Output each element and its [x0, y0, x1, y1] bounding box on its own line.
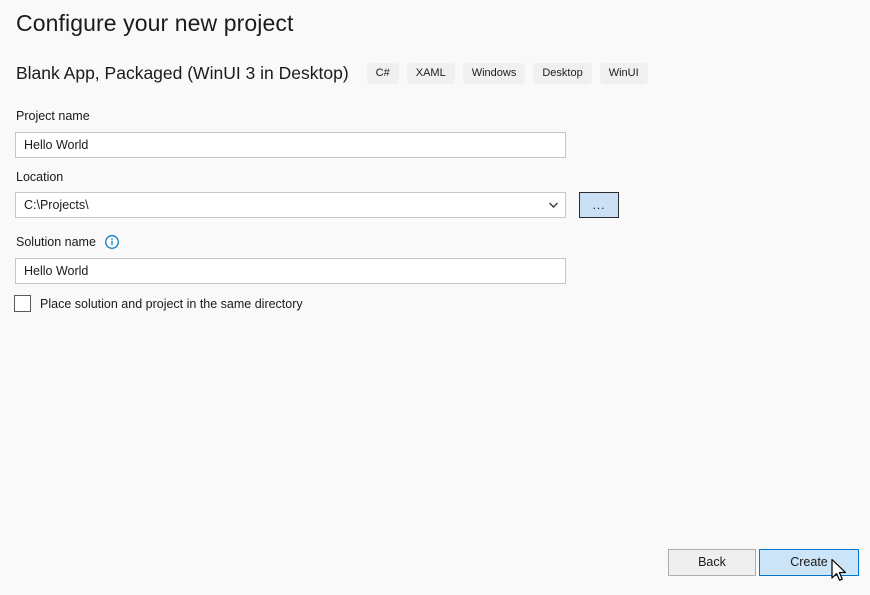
same-directory-checkbox-label: Place solution and project in the same d…: [40, 297, 303, 311]
solution-name-input[interactable]: [15, 258, 566, 284]
solution-name-label: Solution name: [16, 235, 96, 249]
configure-project-dialog: Configure your new project Blank App, Pa…: [0, 0, 870, 595]
project-name-label: Project name: [16, 109, 90, 123]
create-button[interactable]: Create: [759, 549, 859, 576]
page-title: Configure your new project: [16, 10, 293, 37]
browse-location-button[interactable]: ...: [579, 192, 619, 218]
info-icon[interactable]: [105, 235, 119, 252]
location-label: Location: [16, 170, 63, 184]
location-combobox[interactable]: [15, 192, 566, 218]
template-tag-winui: WinUI: [600, 63, 648, 84]
same-directory-checkbox[interactable]: [14, 295, 31, 312]
template-name: Blank App, Packaged (WinUI 3 in Desktop): [16, 63, 349, 84]
project-name-input[interactable]: [15, 132, 566, 158]
location-input[interactable]: [15, 192, 566, 218]
solution-name-label-row: Solution name: [16, 235, 119, 252]
template-tag-windows: Windows: [463, 63, 526, 84]
template-tag-csharp: C#: [367, 63, 399, 84]
template-tag-xaml: XAML: [407, 63, 455, 84]
same-directory-checkbox-row[interactable]: Place solution and project in the same d…: [14, 295, 303, 312]
template-tag-list: C# XAML Windows Desktop WinUI: [367, 63, 648, 84]
back-button[interactable]: Back: [668, 549, 756, 576]
template-tag-desktop: Desktop: [533, 63, 591, 84]
template-summary-row: Blank App, Packaged (WinUI 3 in Desktop)…: [16, 63, 648, 84]
